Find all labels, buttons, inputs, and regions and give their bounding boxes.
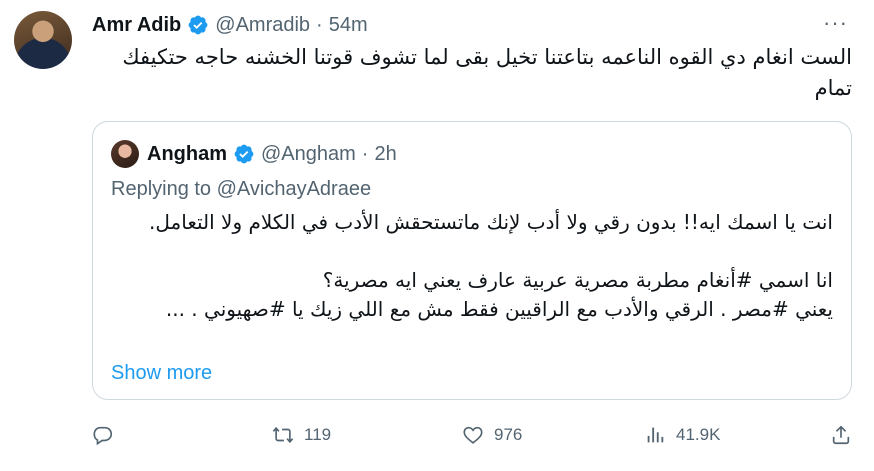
quote-author-avatar[interactable] — [111, 140, 139, 168]
tweet-header: Amr Adib @Amradib · 54m — [92, 12, 368, 38]
reply-button[interactable] — [92, 424, 124, 446]
retweet-count: 119 — [304, 425, 332, 444]
author-handle[interactable]: @Amradib — [215, 14, 310, 37]
quote-header-separator: · — [361, 142, 369, 165]
quote-author-handle[interactable]: @Angham — [261, 143, 356, 166]
like-button[interactable]: 976 — [462, 424, 522, 446]
like-count: 976 — [494, 425, 523, 444]
verified-badge-icon — [234, 144, 254, 164]
quote-text: انت يا اسمك ايه!! بدون رقي ولا أدب لإنك … — [149, 210, 833, 321]
author-name[interactable]: Amr Adib — [92, 14, 181, 37]
quote-author-name[interactable]: Angham — [147, 143, 227, 166]
replying-to: Replying to @AvichayAdraee — [111, 178, 371, 201]
author-avatar[interactable] — [14, 11, 72, 69]
quoted-tweet[interactable]: Angham @Angham · 2h Replying to @Avichay… — [92, 121, 852, 400]
retweet-icon — [272, 426, 294, 444]
tweet-timestamp[interactable]: 54m — [329, 14, 368, 37]
verified-badge-icon — [188, 15, 208, 35]
tweet-text: الست انغام دي القوه الناعمه بتاعتنا تخيل… — [122, 45, 852, 100]
views-button[interactable]: 41.9K — [644, 424, 720, 446]
retweet-button[interactable]: 119 — [272, 424, 331, 446]
replying-to-prefix: Replying to — [111, 178, 217, 200]
share-icon — [832, 425, 850, 445]
quote-timestamp[interactable]: 2h — [374, 143, 396, 166]
views-count: 41.9K — [676, 425, 721, 444]
reply-icon — [93, 426, 113, 446]
show-more-link[interactable]: Show more — [111, 362, 212, 385]
more-horizontal-icon[interactable]: ··· — [823, 12, 848, 34]
heart-icon — [463, 426, 483, 444]
quote-header: Angham @Angham · 2h — [111, 140, 397, 168]
header-separator: · — [316, 13, 323, 36]
replying-to-handle[interactable]: @AvichayAdraee — [217, 178, 371, 200]
share-button[interactable] — [830, 424, 862, 446]
views-icon — [647, 427, 664, 443]
action-bar: 119 976 41.9K — [92, 424, 852, 454]
